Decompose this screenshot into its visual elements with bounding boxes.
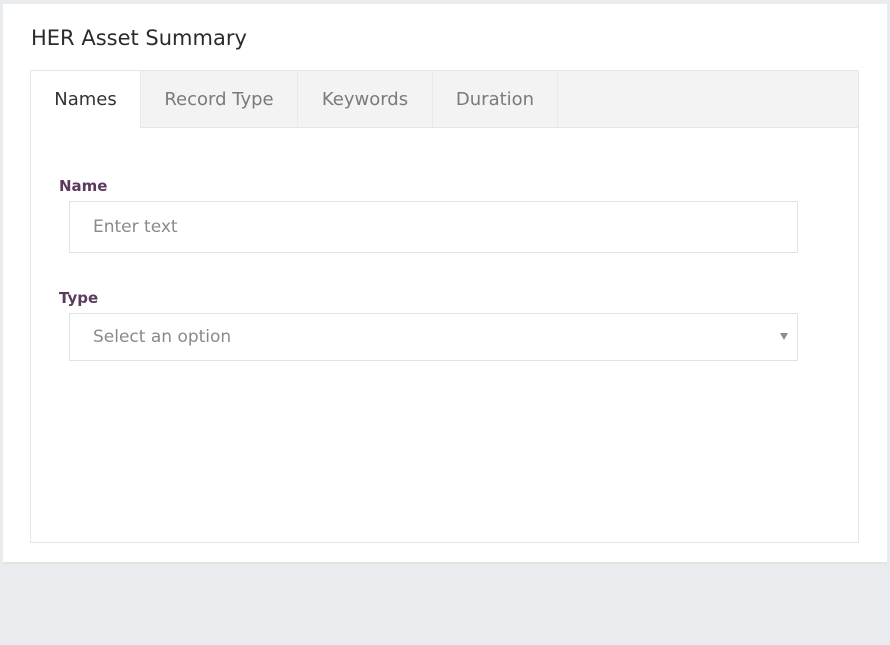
card-title: HER Asset Summary	[31, 26, 247, 50]
name-input[interactable]	[69, 201, 798, 253]
tab-names[interactable]: Names	[31, 71, 141, 128]
tab-keywords[interactable]: Keywords	[298, 71, 433, 127]
tab-record-type[interactable]: Record Type	[141, 71, 298, 127]
tab-bar: Names Record Type Keywords Duration	[31, 71, 858, 128]
chevron-down-icon	[780, 333, 788, 340]
type-select-placeholder: Select an option	[93, 327, 232, 347]
type-select[interactable]: Select an option	[69, 313, 798, 361]
asset-summary-card: HER Asset Summary Names Record Type Keyw…	[3, 4, 887, 564]
tab-panel: Names Record Type Keywords Duration Name…	[30, 70, 859, 543]
name-label: Name	[59, 177, 108, 195]
type-label: Type	[59, 289, 99, 307]
tab-duration[interactable]: Duration	[433, 71, 558, 127]
